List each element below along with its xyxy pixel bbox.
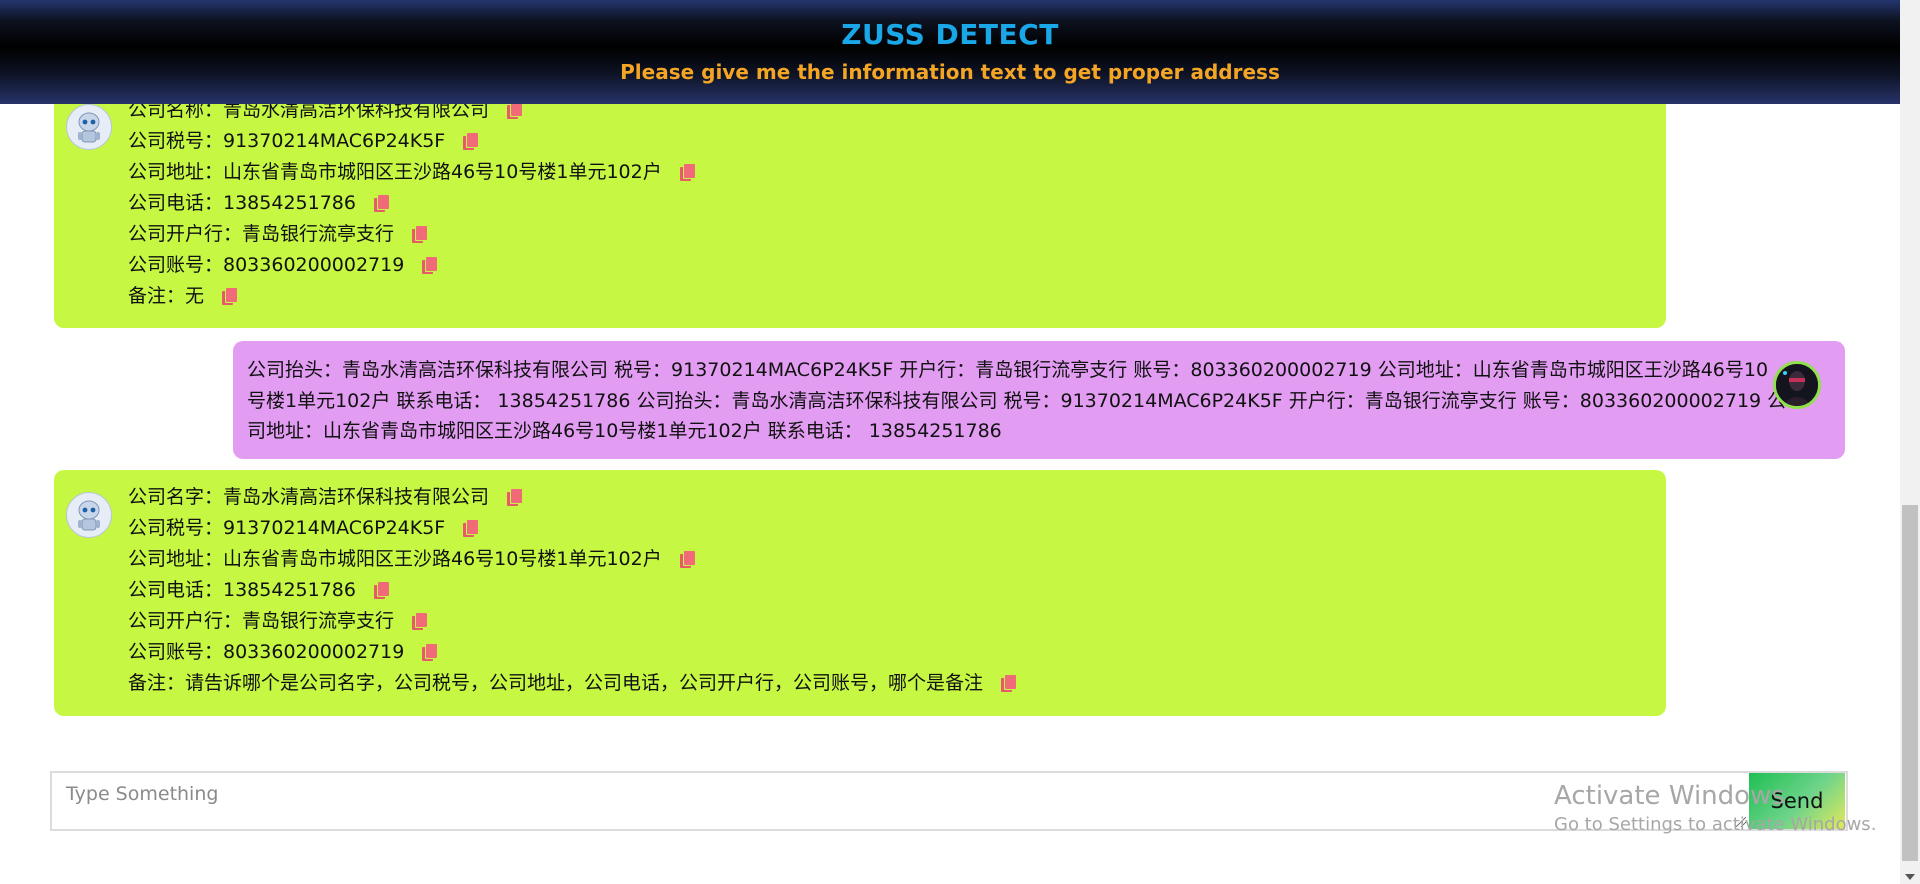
send-button[interactable]: Send bbox=[1749, 773, 1845, 829]
copy-icon[interactable] bbox=[679, 550, 695, 569]
message-input-container bbox=[50, 771, 1848, 831]
copy-icon[interactable] bbox=[507, 101, 523, 120]
scroll-down-arrow-icon[interactable] bbox=[1905, 874, 1915, 880]
message-line: 备注：请告诉哪个是公司名字，公司税号，公司地址，公司电话，公司开户行，公司账号，… bbox=[128, 668, 1017, 699]
copy-icon[interactable] bbox=[679, 163, 695, 182]
robot-icon bbox=[67, 493, 111, 537]
copy-icon[interactable] bbox=[507, 488, 523, 507]
line-text: 公司税号：91370214MAC6P24K5F bbox=[128, 130, 446, 152]
robot-icon bbox=[67, 105, 111, 149]
line-text: 公司开户行：青岛银行流亭支行 bbox=[128, 610, 395, 632]
user-avatar bbox=[1773, 361, 1821, 409]
line-text: 公司地址：山东省青岛市城阳区王沙路46号10号楼1单元102户 bbox=[128, 548, 662, 570]
message-line: 公司名字：青岛水清高洁环保科技有限公司 bbox=[128, 482, 523, 513]
resize-handle-icon[interactable] bbox=[1736, 817, 1746, 827]
line-text: 公司电话：13854251786 bbox=[128, 579, 356, 601]
app-header: ZUSS DETECT Please give me the informati… bbox=[0, 0, 1900, 104]
copy-icon[interactable] bbox=[412, 612, 428, 631]
copy-icon[interactable] bbox=[373, 194, 389, 213]
chat-app: 公司名称：青岛水清高洁环保科技有限公司 公司税号：91370214MAC6P24… bbox=[0, 0, 1920, 884]
copy-icon[interactable] bbox=[412, 225, 428, 244]
message-line: 公司税号：91370214MAC6P24K5F bbox=[128, 513, 479, 544]
robot-avatar bbox=[66, 104, 112, 150]
message-line: 公司开户行：青岛银行流亭支行 bbox=[128, 219, 428, 250]
message-line: 公司账号：803360200002719 bbox=[128, 637, 438, 668]
robot-avatar bbox=[66, 492, 112, 538]
message-line: 公司电话：13854251786 bbox=[128, 188, 389, 219]
user-message-text: 公司抬头：青岛水清高洁环保科技有限公司 税号：91370214MAC6P24K5… bbox=[247, 359, 1787, 442]
bot-message: 公司名字：青岛水清高洁环保科技有限公司 公司税号：91370214MAC6P24… bbox=[54, 470, 1666, 716]
copy-icon[interactable] bbox=[222, 287, 238, 306]
message-line: 公司地址：山东省青岛市城阳区王沙路46号10号楼1单元102户 bbox=[128, 157, 695, 188]
line-text: 公司账号：803360200002719 bbox=[128, 641, 405, 663]
bot-message: 公司名称：青岛水清高洁环保科技有限公司 公司税号：91370214MAC6P24… bbox=[54, 82, 1666, 328]
copy-icon[interactable] bbox=[463, 132, 479, 151]
message-line: 公司电话：13854251786 bbox=[128, 575, 389, 606]
line-text: 公司税号：91370214MAC6P24K5F bbox=[128, 517, 446, 539]
line-text: 备注：请告诉哪个是公司名字，公司税号，公司地址，公司电话，公司开户行，公司账号，… bbox=[128, 672, 984, 694]
copy-icon[interactable] bbox=[1001, 674, 1017, 693]
message-line: 备注：无 bbox=[128, 281, 238, 312]
message-line: 公司账号：803360200002719 bbox=[128, 250, 438, 281]
page-scrollbar[interactable] bbox=[1900, 0, 1920, 884]
message-line: 公司税号：91370214MAC6P24K5F bbox=[128, 126, 479, 157]
message-line: 公司开户行：青岛银行流亭支行 bbox=[128, 606, 428, 637]
scrollbar-thumb[interactable] bbox=[1902, 505, 1918, 861]
message-input[interactable] bbox=[52, 773, 1846, 829]
app-subtitle: Please give me the information text to g… bbox=[620, 60, 1280, 84]
copy-icon[interactable] bbox=[373, 581, 389, 600]
user-message: 公司抬头：青岛水清高洁环保科技有限公司 税号：91370214MAC6P24K5… bbox=[233, 341, 1845, 459]
message-line: 公司地址：山东省青岛市城阳区王沙路46号10号楼1单元102户 bbox=[128, 544, 695, 575]
line-text: 公司账号：803360200002719 bbox=[128, 254, 405, 276]
line-text: 公司名字：青岛水清高洁环保科技有限公司 bbox=[128, 486, 490, 508]
line-text: 公司开户行：青岛银行流亭支行 bbox=[128, 223, 395, 245]
app-title: ZUSS DETECT bbox=[841, 18, 1059, 51]
chat-history[interactable]: 公司名称：青岛水清高洁环保科技有限公司 公司税号：91370214MAC6P24… bbox=[0, 0, 1900, 884]
user-photo-icon bbox=[1776, 364, 1818, 406]
line-text: 公司地址：山东省青岛市城阳区王沙路46号10号楼1单元102户 bbox=[128, 161, 662, 183]
copy-icon[interactable] bbox=[422, 256, 438, 275]
copy-icon[interactable] bbox=[463, 519, 479, 538]
line-text: 备注：无 bbox=[128, 285, 205, 307]
line-text: 公司电话：13854251786 bbox=[128, 192, 356, 214]
copy-icon[interactable] bbox=[422, 643, 438, 662]
